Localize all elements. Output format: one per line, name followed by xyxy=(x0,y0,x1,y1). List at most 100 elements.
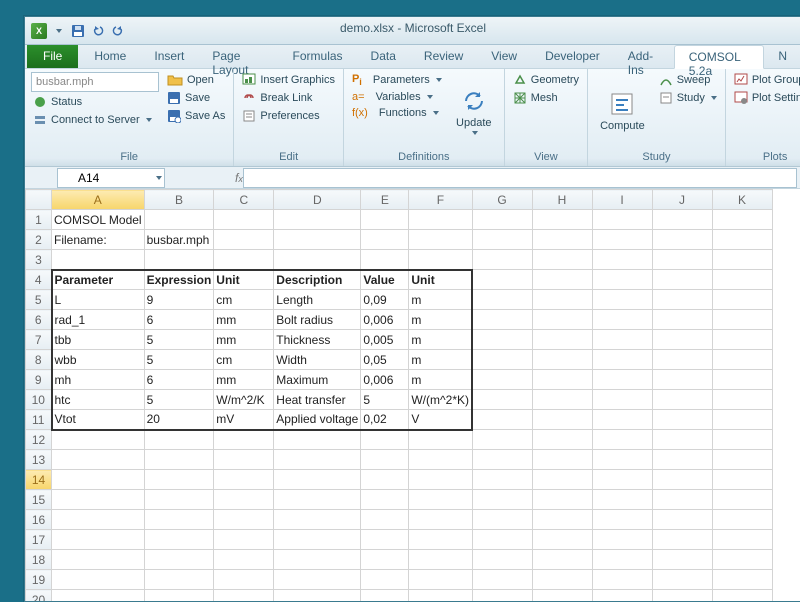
cell-G5[interactable] xyxy=(472,290,532,310)
cell-A6[interactable]: rad_1 xyxy=(52,310,145,330)
cell-H3[interactable] xyxy=(532,250,592,270)
tab-page-layout[interactable]: Page Layout xyxy=(198,45,278,68)
cell-F3[interactable] xyxy=(409,250,472,270)
preferences-button[interactable]: Preferences xyxy=(240,108,337,124)
cell-I19[interactable] xyxy=(592,570,652,590)
cell-B10[interactable]: 5 xyxy=(144,390,214,410)
cell-C19[interactable] xyxy=(214,570,274,590)
cell-K17[interactable] xyxy=(712,530,772,550)
cell-J10[interactable] xyxy=(652,390,712,410)
row-header-13[interactable]: 13 xyxy=(26,450,52,470)
cell-K18[interactable] xyxy=(712,550,772,570)
cell-K5[interactable] xyxy=(712,290,772,310)
cell-K9[interactable] xyxy=(712,370,772,390)
cell-A3[interactable] xyxy=(52,250,145,270)
row-header-16[interactable]: 16 xyxy=(26,510,52,530)
cell-H16[interactable] xyxy=(532,510,592,530)
cell-E20[interactable] xyxy=(361,590,409,602)
cell-F1[interactable] xyxy=(409,210,472,230)
cell-A10[interactable]: htc xyxy=(52,390,145,410)
cell-I1[interactable] xyxy=(592,210,652,230)
cell-E13[interactable] xyxy=(361,450,409,470)
cell-K12[interactable] xyxy=(712,430,772,450)
cell-A17[interactable] xyxy=(52,530,145,550)
cell-A9[interactable]: mh xyxy=(52,370,145,390)
cell-D1[interactable] xyxy=(274,210,361,230)
cell-B6[interactable]: 6 xyxy=(144,310,214,330)
cell-C1[interactable] xyxy=(214,210,274,230)
cell-H19[interactable] xyxy=(532,570,592,590)
cell-F9[interactable]: m xyxy=(409,370,472,390)
cell-E18[interactable] xyxy=(361,550,409,570)
cell-F19[interactable] xyxy=(409,570,472,590)
cell-K1[interactable] xyxy=(712,210,772,230)
cell-B16[interactable] xyxy=(144,510,214,530)
cell-G14[interactable] xyxy=(472,470,532,490)
cell-K19[interactable] xyxy=(712,570,772,590)
cell-H11[interactable] xyxy=(532,410,592,430)
cell-B20[interactable] xyxy=(144,590,214,602)
cell-D19[interactable] xyxy=(274,570,361,590)
cell-K13[interactable] xyxy=(712,450,772,470)
cell-J8[interactable] xyxy=(652,350,712,370)
cell-I6[interactable] xyxy=(592,310,652,330)
cell-A12[interactable] xyxy=(52,430,145,450)
cell-E17[interactable] xyxy=(361,530,409,550)
cell-H1[interactable] xyxy=(532,210,592,230)
cell-C10[interactable]: W/m^2/K xyxy=(214,390,274,410)
insert-graphics-button[interactable]: Insert Graphics xyxy=(240,72,337,88)
cell-C3[interactable] xyxy=(214,250,274,270)
cell-H18[interactable] xyxy=(532,550,592,570)
cell-H4[interactable] xyxy=(532,270,592,290)
cell-C5[interactable]: cm xyxy=(214,290,274,310)
tab-developer[interactable]: Developer xyxy=(531,45,614,68)
name-box-dropdown-icon[interactable] xyxy=(156,176,162,180)
cell-E10[interactable]: 5 xyxy=(361,390,409,410)
cell-D10[interactable]: Heat transfer xyxy=(274,390,361,410)
variables-button[interactable]: a= Variables xyxy=(350,90,444,104)
cell-B5[interactable]: 9 xyxy=(144,290,214,310)
cell-A13[interactable] xyxy=(52,450,145,470)
cell-I8[interactable] xyxy=(592,350,652,370)
cell-I13[interactable] xyxy=(592,450,652,470)
cell-B12[interactable] xyxy=(144,430,214,450)
compute-button[interactable]: Compute xyxy=(594,72,651,150)
row-header-5[interactable]: 5 xyxy=(26,290,52,310)
cell-E1[interactable] xyxy=(361,210,409,230)
col-header-D[interactable]: D xyxy=(274,190,361,210)
sweep-button[interactable]: Sweep xyxy=(657,72,719,88)
cell-D2[interactable] xyxy=(274,230,361,250)
plot-settings-button[interactable]: Plot Settings xyxy=(732,90,800,106)
cell-G13[interactable] xyxy=(472,450,532,470)
tab-review[interactable]: Review xyxy=(410,45,477,68)
cell-E6[interactable]: 0,006 xyxy=(361,310,409,330)
update-button[interactable]: Update xyxy=(450,72,498,150)
cell-F12[interactable] xyxy=(409,430,472,450)
cell-C2[interactable] xyxy=(214,230,274,250)
tab-data[interactable]: Data xyxy=(357,45,410,68)
tab-comsol[interactable]: COMSOL 5.2a xyxy=(674,45,765,69)
cell-A18[interactable] xyxy=(52,550,145,570)
row-header-7[interactable]: 7 xyxy=(26,330,52,350)
cell-D13[interactable] xyxy=(274,450,361,470)
tab-addins[interactable]: Add-Ins xyxy=(614,45,674,68)
cell-A7[interactable]: tbb xyxy=(52,330,145,350)
row-header-14[interactable]: 14 xyxy=(26,470,52,490)
cell-A5[interactable]: L xyxy=(52,290,145,310)
cell-I5[interactable] xyxy=(592,290,652,310)
cell-J2[interactable] xyxy=(652,230,712,250)
cell-I17[interactable] xyxy=(592,530,652,550)
cell-H17[interactable] xyxy=(532,530,592,550)
cell-I15[interactable] xyxy=(592,490,652,510)
cell-G15[interactable] xyxy=(472,490,532,510)
cell-K3[interactable] xyxy=(712,250,772,270)
row-header-3[interactable]: 3 xyxy=(26,250,52,270)
cell-A20[interactable] xyxy=(52,590,145,602)
cell-I2[interactable] xyxy=(592,230,652,250)
functions-button[interactable]: f(x) Functions xyxy=(350,106,444,120)
cell-G12[interactable] xyxy=(472,430,532,450)
cell-G9[interactable] xyxy=(472,370,532,390)
cell-H8[interactable] xyxy=(532,350,592,370)
cell-F2[interactable] xyxy=(409,230,472,250)
plot-group-button[interactable]: Plot Group xyxy=(732,72,800,88)
